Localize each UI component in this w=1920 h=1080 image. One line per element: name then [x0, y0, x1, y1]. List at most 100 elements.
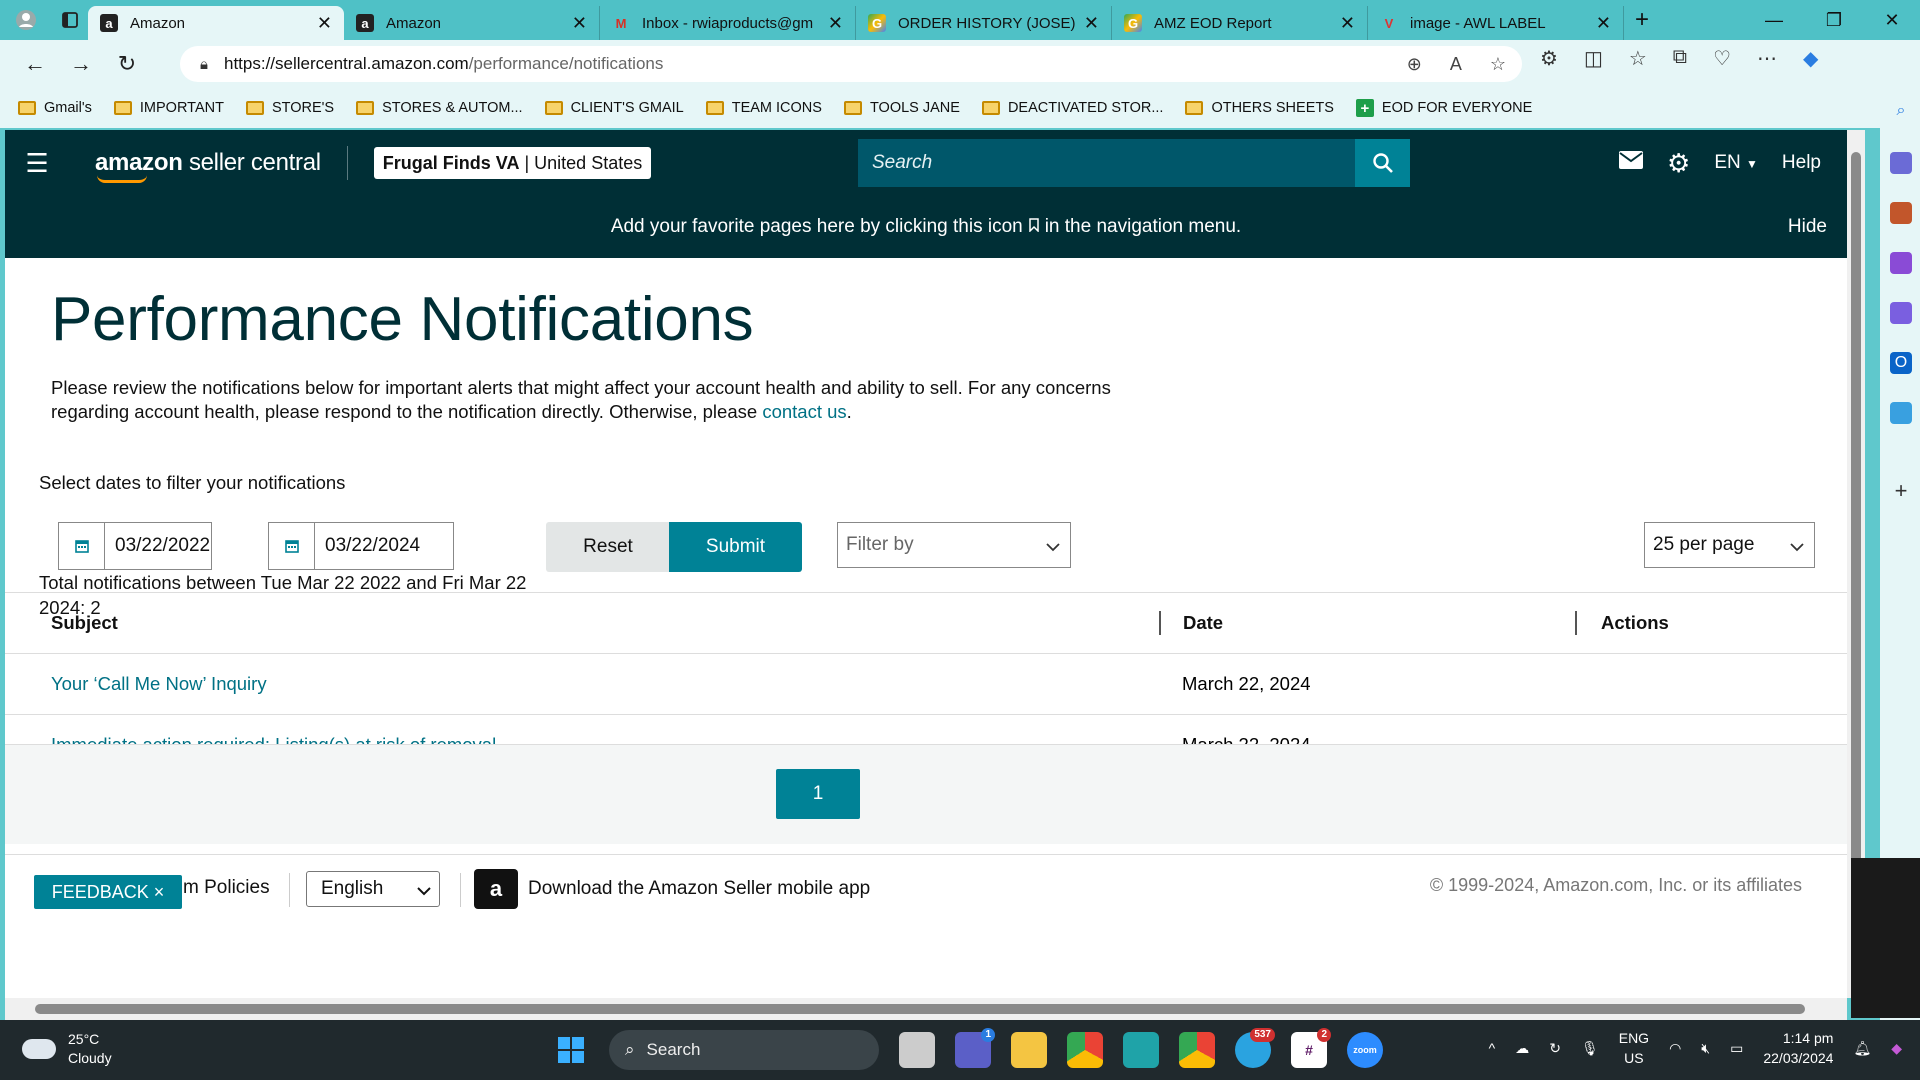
weather-widget[interactable]: 25°C Cloudy: [22, 1030, 112, 1068]
hamburger-menu-icon[interactable]: ☰: [5, 130, 69, 196]
clock[interactable]: 1:14 pm 22/03/2024: [1763, 1028, 1833, 1068]
tab-amazon-2[interactable]: a Amazon ✕: [344, 6, 600, 40]
new-tab-button[interactable]: +: [1624, 6, 1660, 34]
bookmark-link[interactable]: + EOD FOR EVERYONE: [1355, 99, 1532, 117]
bookmark-folder[interactable]: TEAM ICONS: [705, 100, 822, 116]
search-button[interactable]: [1355, 139, 1410, 187]
seller-central-logo[interactable]: amazon seller central: [95, 149, 321, 183]
help-link[interactable]: Help: [1782, 152, 1821, 174]
minimize-button[interactable]: —: [1744, 0, 1804, 40]
tab-amazon-1[interactable]: a Amazon ✕: [88, 6, 344, 40]
slack-icon[interactable]: #2: [1291, 1028, 1331, 1068]
close-window-button[interactable]: ✕: [1862, 0, 1920, 40]
task-view-icon[interactable]: [899, 1032, 935, 1068]
horizontal-scrollbar[interactable]: [5, 998, 1847, 1020]
date-from-field[interactable]: 03/22/2022: [58, 522, 212, 570]
calendar-icon[interactable]: [59, 523, 105, 569]
search-icon[interactable]: ⌕: [1890, 100, 1912, 122]
bookmark-folder[interactable]: STORES & AUTOM...: [356, 100, 523, 116]
tools-icon[interactable]: [1890, 202, 1912, 224]
tab-eod-report[interactable]: G AMZ EOD Report ✕: [1112, 6, 1368, 40]
bookmark-folder[interactable]: STORE'S: [245, 100, 334, 116]
forward-button[interactable]: →: [58, 44, 104, 84]
split-screen-icon[interactable]: ◫: [1584, 46, 1603, 71]
extensions-icon[interactable]: ⚙: [1540, 46, 1558, 71]
shopping-icon[interactable]: [1890, 152, 1912, 174]
favorite-star-icon[interactable]: ☆: [1490, 54, 1506, 75]
feedback-button[interactable]: FEEDBACK ×: [34, 875, 182, 909]
store-selector[interactable]: Frugal Finds VA | United States: [373, 147, 652, 179]
scrollbar-thumb[interactable]: [35, 1004, 1805, 1014]
windows-start-icon[interactable]: [553, 1032, 589, 1068]
wifi-icon[interactable]: ◠: [1669, 1040, 1681, 1057]
copilot-sidebar-icon[interactable]: [1890, 302, 1912, 324]
copilot-icon[interactable]: ◆: [1803, 46, 1818, 71]
language-selector[interactable]: EN ▼: [1714, 152, 1758, 174]
profile-icon[interactable]: [8, 4, 44, 36]
page-button-current[interactable]: 1: [776, 769, 860, 819]
bookmark-folder[interactable]: IMPORTANT: [113, 100, 224, 116]
close-tab-icon[interactable]: ✕: [1340, 13, 1355, 34]
chevron-up-icon[interactable]: ^: [1489, 1040, 1496, 1056]
telegram-icon[interactable]: 537: [1235, 1028, 1275, 1068]
date-to-field[interactable]: 03/22/2024: [268, 522, 454, 570]
close-tab-icon[interactable]: ✕: [828, 13, 843, 34]
per-page-select[interactable]: 25 per page: [1644, 522, 1815, 568]
browser-essentials-icon[interactable]: ♡: [1713, 46, 1731, 71]
close-tab-icon[interactable]: ✕: [572, 13, 587, 34]
games-icon[interactable]: [1890, 252, 1912, 274]
sync-icon[interactable]: ↻: [1549, 1040, 1561, 1057]
policies-link[interactable]: m Policies: [183, 877, 270, 899]
zoom-icon[interactable]: zoom: [1347, 1032, 1383, 1068]
column-header-date[interactable]: Date: [1183, 612, 1223, 634]
settings-gear-icon[interactable]: ⚙: [1667, 148, 1690, 179]
notifications-bell-icon[interactable]: 🔔︎: [1853, 1040, 1871, 1057]
taskbar-search[interactable]: ⌕ Search: [609, 1030, 879, 1070]
refresh-button[interactable]: ↻: [104, 44, 150, 84]
bookmark-folder[interactable]: CLIENT'S GMAIL: [544, 100, 684, 116]
bookmark-folder[interactable]: DEACTIVATED STOR...: [981, 100, 1163, 116]
bookmark-folder[interactable]: Gmail's: [18, 100, 92, 116]
search-input[interactable]: [858, 139, 1355, 187]
onedrive-icon[interactable]: ☁: [1515, 1040, 1529, 1057]
more-menu-icon[interactable]: ⋯: [1757, 46, 1777, 71]
chrome-icon[interactable]: [1067, 1032, 1103, 1068]
submit-button[interactable]: Submit: [669, 522, 802, 572]
tab-actions-icon[interactable]: [52, 4, 88, 36]
mail-icon[interactable]: [1619, 151, 1644, 175]
favorites-icon[interactable]: ☆: [1629, 46, 1647, 71]
bookmark-folder[interactable]: OTHERS SHEETS: [1185, 100, 1334, 116]
hide-banner-link[interactable]: Hide: [1788, 216, 1827, 238]
tab-awl-label[interactable]: V image - AWL LABEL ✕: [1368, 6, 1624, 40]
copilot-taskbar-icon[interactable]: ◆: [1891, 1040, 1902, 1057]
battery-icon[interactable]: ▭: [1730, 1040, 1743, 1057]
add-sidebar-icon[interactable]: +: [1890, 480, 1912, 502]
notification-subject-link[interactable]: Your ‘Call Me Now’ Inquiry: [51, 673, 267, 695]
zoom-icon[interactable]: ⊕: [1407, 54, 1422, 75]
reset-button[interactable]: Reset: [546, 522, 670, 572]
back-button[interactable]: ←: [12, 44, 58, 84]
lock-icon[interactable]: 🔒︎: [200, 56, 208, 73]
close-tab-icon[interactable]: ✕: [1084, 13, 1099, 34]
read-aloud-icon[interactable]: A: [1450, 54, 1462, 75]
column-header-subject[interactable]: Subject: [51, 612, 118, 634]
close-tab-icon[interactable]: ✕: [1596, 13, 1611, 34]
teams-icon[interactable]: 1: [955, 1028, 995, 1068]
send-icon[interactable]: [1890, 402, 1912, 424]
restore-button[interactable]: ❐: [1804, 0, 1864, 40]
volume-muted-icon[interactable]: 🔇︎: [1701, 1040, 1710, 1057]
bookmark-folder[interactable]: TOOLS JANE: [843, 100, 960, 116]
mobile-app-link[interactable]: a Download the Amazon Seller mobile app: [474, 869, 870, 909]
collections-icon[interactable]: ⧉: [1673, 46, 1687, 71]
input-language[interactable]: ENG US: [1619, 1028, 1649, 1068]
calendar-icon[interactable]: [269, 523, 315, 569]
close-tab-icon[interactable]: ✕: [317, 13, 332, 34]
edge-icon[interactable]: [1123, 1032, 1159, 1068]
outlook-icon[interactable]: O: [1890, 352, 1912, 374]
file-explorer-icon[interactable]: [1011, 1032, 1047, 1068]
filter-by-select[interactable]: Filter by: [837, 522, 1071, 568]
url-bar[interactable]: 🔒︎ https://sellercentral.amazon.com/perf…: [180, 46, 1522, 82]
chrome-profile-icon[interactable]: [1179, 1032, 1215, 1068]
language-select[interactable]: English: [306, 871, 440, 907]
tab-gmail[interactable]: M Inbox - rwiaproducts@gm ✕: [600, 6, 856, 40]
